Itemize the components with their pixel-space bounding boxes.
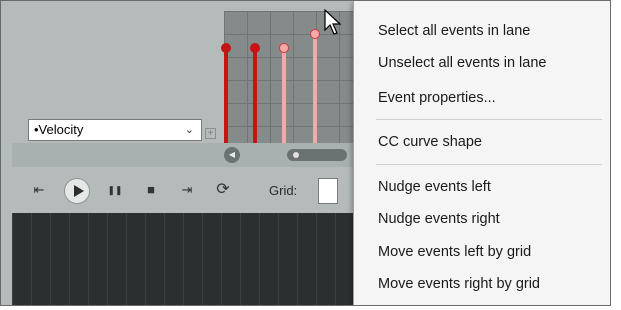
velocity-handle[interactable]: [221, 43, 231, 53]
context-menu: Select all events in lane Unselect all e…: [353, 1, 610, 305]
scroll-left-icon[interactable]: ◀: [224, 147, 240, 163]
loop-icon: ⟳: [216, 181, 230, 198]
velocity-stem[interactable]: [224, 48, 228, 143]
go-to-end-button[interactable]: ⇥: [177, 179, 197, 201]
velocity-handle[interactable]: [310, 29, 320, 39]
menu-item-move-right-by-grid[interactable]: Move events right by grid: [354, 272, 610, 296]
midi-editor-window: •Velocity ⌄ + ◀ ⇤ ❚❚ ■ ⇥ ⟳ Grid: Select …: [0, 0, 611, 306]
skip-to-start-icon: ⇤: [33, 182, 45, 197]
grid-label: Grid:: [269, 183, 298, 198]
stop-button[interactable]: ■: [141, 179, 161, 201]
menu-item-event-properties[interactable]: Event properties...: [354, 86, 610, 110]
menu-item-unselect-all-events[interactable]: Unselect all events in lane: [354, 51, 610, 75]
menu-separator: [376, 164, 602, 165]
pause-icon: ❚❚: [107, 185, 123, 195]
velocity-handle[interactable]: [279, 43, 289, 53]
menu-item-nudge-right[interactable]: Nudge events right: [354, 207, 610, 231]
velocity-stem[interactable]: [282, 48, 286, 143]
menu-item-move-left-by-grid[interactable]: Move events left by grid: [354, 240, 610, 264]
menu-item-nudge-left[interactable]: Nudge events left: [354, 175, 610, 199]
plus-box-icon[interactable]: +: [205, 128, 216, 139]
mouse-cursor-icon: [324, 9, 342, 35]
pause-button[interactable]: ❚❚: [105, 179, 125, 201]
menu-item-select-all-events[interactable]: Select all events in lane: [354, 19, 610, 43]
lane-type-value: •Velocity: [34, 122, 84, 137]
loop-button[interactable]: ⟳: [213, 179, 233, 201]
menu-separator: [376, 119, 602, 120]
play-icon: [74, 185, 84, 197]
go-to-start-button[interactable]: ⇤: [29, 179, 49, 201]
velocity-handle[interactable]: [250, 43, 260, 53]
play-button[interactable]: [64, 178, 90, 204]
velocity-stem[interactable]: [313, 33, 317, 143]
scrollbar-grip-icon: [293, 152, 299, 158]
stop-icon: ■: [147, 182, 155, 197]
chevron-down-icon: ⌄: [184, 124, 194, 136]
lane-type-select[interactable]: •Velocity ⌄: [28, 119, 202, 141]
velocity-stem[interactable]: [253, 48, 257, 143]
skip-to-end-icon: ⇥: [181, 182, 193, 197]
grid-select[interactable]: [318, 178, 338, 204]
menu-item-cc-curve-shape[interactable]: CC curve shape: [354, 130, 610, 154]
